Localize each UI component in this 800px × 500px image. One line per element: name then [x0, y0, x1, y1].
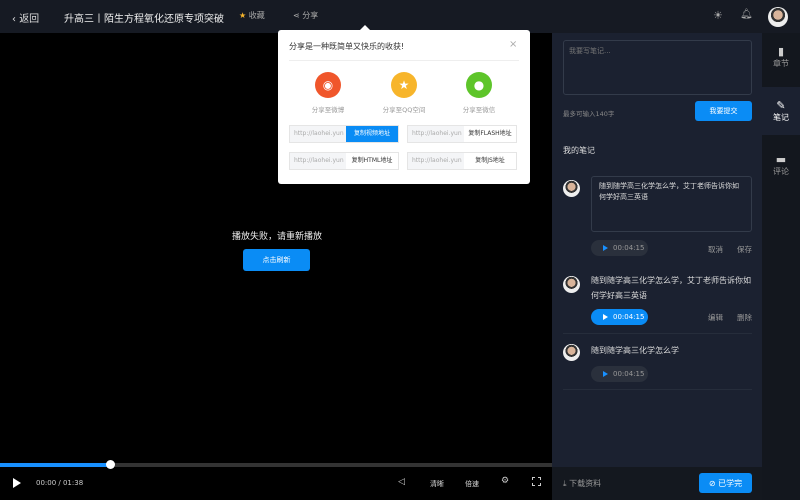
quality-button[interactable]: 清晰 — [430, 479, 444, 489]
copy-js-button[interactable]: 复制JS地址 — [464, 153, 516, 169]
timestamp-pill[interactable]: 00:04:15 — [591, 309, 648, 325]
comment-icon: ▬ — [775, 153, 787, 166]
share-icon: ⋖ — [293, 11, 300, 20]
avatar — [563, 344, 580, 361]
weibo-icon: ◉ — [315, 72, 341, 98]
settings-icon[interactable]: ⚙ — [501, 476, 509, 486]
note-text: 随到随学高三化学怎么学 — [591, 346, 679, 355]
copy-video-button[interactable]: 复制视频地址 — [346, 126, 398, 142]
progress-handle[interactable] — [106, 460, 116, 469]
link-url[interactable]: http://laohei.yun — [408, 153, 464, 169]
save-button[interactable]: 保存 — [737, 244, 752, 255]
share-popup: 分享是一种既简单又快乐的收获! × ◉ 分享至微博 ★ 分享至QQ空间 ● 分享至微信… — [278, 25, 530, 184]
completed-button[interactable]: ⊘ 已学完 — [699, 473, 752, 493]
link-url[interactable]: http://laohei.yun — [290, 126, 346, 142]
link-url[interactable]: http://laohei.yun — [290, 153, 346, 169]
play-icon — [603, 314, 608, 320]
share-button[interactable]: ⋖ 分享 — [293, 10, 318, 21]
popup-title: 分享是一种既简单又快乐的收获! — [289, 42, 405, 51]
pen-icon: ✎ — [776, 99, 786, 112]
download-icon: ⤓ — [563, 479, 567, 488]
js-link: http://laohei.yun 复制JS地址 — [407, 152, 517, 170]
link-url[interactable]: http://laohei.yun — [408, 126, 464, 142]
qzone-icon: ★ — [391, 72, 417, 98]
note-text: 随到随学高三化学怎么学，艾丁老师告诉你如何学好高三英语 — [591, 276, 751, 300]
share-weibo[interactable]: ◉ 分享至微博 — [293, 72, 363, 115]
bell-icon[interactable]: 🔔︎ — [740, 9, 753, 20]
edit-button[interactable]: 编辑 — [708, 312, 723, 323]
back-button[interactable]: ‹ 返回 — [12, 10, 39, 25]
retry-button[interactable]: 点击刷新 — [243, 249, 310, 271]
sidebar-label: 章节 — [773, 59, 789, 68]
delete-button[interactable]: 删除 — [737, 312, 752, 323]
note-edit-box[interactable]: 随到随学高三化学怎么学，艾丁老师告诉你如何学好高三英语 — [591, 176, 752, 232]
submit-button[interactable]: 我要提交 — [695, 101, 752, 121]
page-title: 升高三丨陌生方程氧化还原专项突破 — [64, 14, 224, 25]
sidebar-label: 评论 — [773, 167, 789, 176]
time-display: 00:00 / 01:38 — [36, 479, 84, 487]
share-label: 分享至微信 — [462, 106, 496, 114]
close-icon[interactable]: × — [509, 39, 517, 50]
play-icon — [603, 371, 608, 377]
share-label: 分享 — [302, 11, 319, 20]
top-bar: ‹ 返回 升高三丨陌生方程氧化还原专项突破 ★ 收藏 ⋖ 分享 ☀ 🔔︎ — [0, 0, 800, 33]
star-icon: ★ — [239, 11, 247, 20]
back-label: 返回 — [19, 14, 40, 25]
share-wechat[interactable]: ● 分享至微信 — [444, 72, 514, 115]
timestamp: 00:04:15 — [613, 313, 645, 321]
copy-flash-button[interactable]: 复制FLASH地址 — [464, 126, 516, 142]
flash-link: http://laohei.yun 复制FLASH地址 — [407, 125, 517, 143]
note-input[interactable] — [563, 40, 752, 95]
timestamp: 00:04:15 — [613, 244, 645, 252]
bookmark-icon: ▮ — [777, 45, 785, 58]
download-button[interactable]: ⤓ 下载资料 — [563, 478, 601, 489]
play-icon[interactable] — [13, 478, 21, 488]
section-title: 我的笔记 — [563, 146, 595, 155]
limit-hint: 最多可输入140字 — [563, 110, 615, 118]
timestamp-pill[interactable]: 00:04:15 — [591, 366, 648, 382]
share-qzone[interactable]: ★ 分享至QQ空间 — [369, 72, 439, 115]
error-message: 播放失败，请重新播放 — [232, 232, 323, 242]
divider — [289, 60, 519, 61]
divider — [563, 333, 752, 334]
favorite-label: 收藏 — [248, 11, 265, 20]
timestamp: 00:04:15 — [613, 370, 645, 378]
progress-bar[interactable] — [0, 460, 552, 469]
right-sidebar: ▮ 章节 ✎ 笔记 ▬ 评论 — [762, 33, 800, 500]
favorite-button[interactable]: ★ 收藏 — [239, 10, 265, 21]
sidebar-item-chapters[interactable]: ▮ 章节 — [762, 33, 800, 81]
share-label: 分享至微博 — [311, 106, 345, 114]
avatar — [563, 276, 580, 293]
wechat-icon: ● — [466, 72, 492, 98]
check-circle-icon: ⊘ — [708, 478, 716, 488]
download-label: 下载资料 — [569, 479, 602, 488]
sidebar-item-comments[interactable]: ▬ 评论 — [762, 141, 800, 189]
avatar — [563, 180, 580, 197]
notes-panel: 最多可输入140字 我要提交 我的笔记 随到随学高三化学怎么学，艾丁老师告诉你如… — [552, 33, 762, 467]
copy-html-button[interactable]: 复制HTML地址 — [346, 153, 398, 169]
timestamp-pill[interactable]: 00:04:15 — [591, 240, 648, 256]
volume-icon[interactable]: ◁ — [398, 477, 405, 487]
panel-footer: ⤓ 下载资料 ⊘ 已学完 — [552, 467, 762, 500]
play-icon — [603, 245, 608, 251]
sidebar-item-notes[interactable]: ✎ 笔记 — [762, 87, 800, 135]
cancel-button[interactable]: 取消 — [708, 244, 723, 255]
user-avatar[interactable] — [768, 7, 788, 27]
html-link: http://laohei.yun 复制HTML地址 — [289, 152, 399, 170]
completed-label: 已学完 — [718, 478, 743, 488]
sidebar-label: 笔记 — [773, 113, 789, 122]
fullscreen-icon[interactable] — [532, 477, 541, 486]
popup-arrow — [360, 25, 370, 30]
brightness-icon[interactable]: ☀ — [713, 9, 723, 22]
share-label: 分享至QQ空间 — [382, 106, 426, 114]
divider — [563, 389, 752, 390]
video-link: http://laohei.yun 复制视频地址 — [289, 125, 399, 143]
speed-button[interactable]: 倍速 — [465, 479, 479, 489]
